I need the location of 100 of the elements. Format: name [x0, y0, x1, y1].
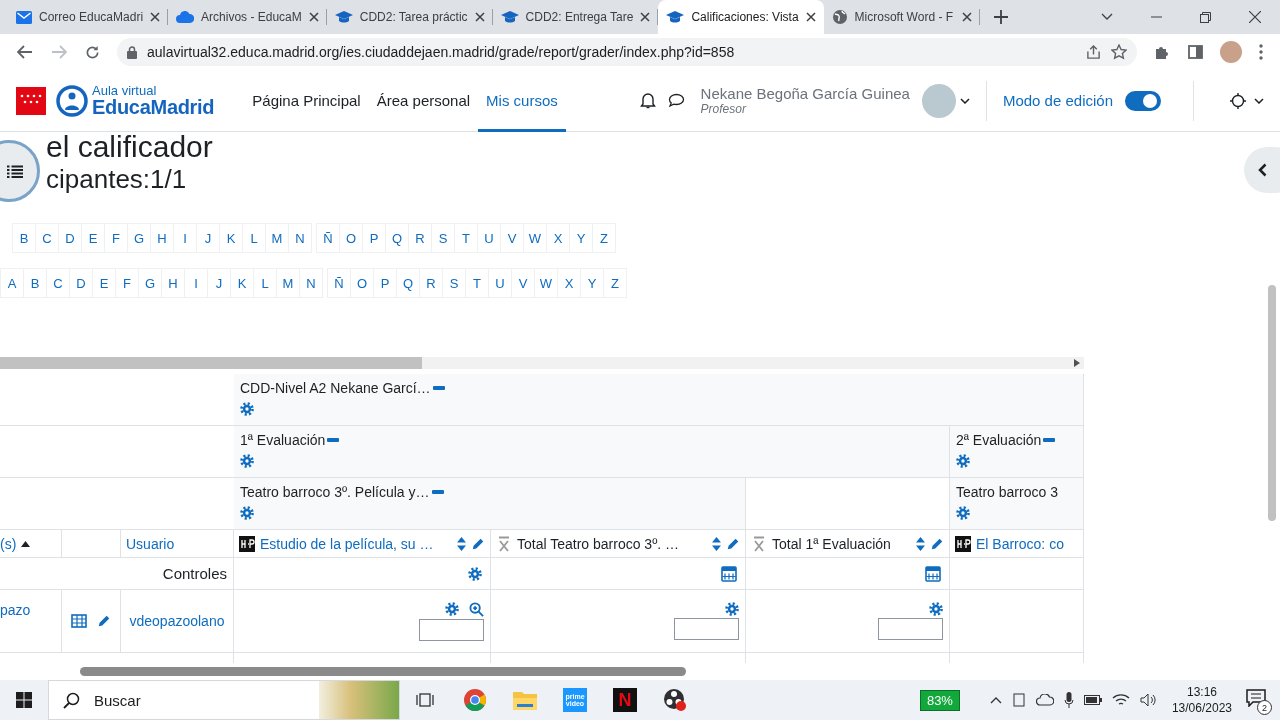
new-tab-icon[interactable]: [993, 10, 1008, 24]
letter-filter-link[interactable]: I: [173, 223, 197, 253]
microphone-icon[interactable]: [1063, 692, 1074, 708]
vertical-scrollbar[interactable]: [1268, 285, 1276, 521]
speaker-icon[interactable]: [1139, 693, 1158, 707]
letter-filter-link[interactable]: S: [431, 223, 455, 253]
sort-link[interactable]: Usuario: [126, 535, 175, 552]
calculator-icon[interactable]: [925, 565, 941, 582]
letter-filter-link[interactable]: G: [138, 268, 162, 298]
sort-link[interactable]: (s): [0, 535, 17, 552]
gear-icon[interactable]: [240, 454, 254, 468]
menu-dots-icon[interactable]: [1259, 44, 1263, 60]
puzzle-icon[interactable]: [1154, 44, 1170, 60]
close-icon[interactable]: [961, 12, 972, 22]
nav-link[interactable]: Mis cursos: [478, 69, 566, 132]
table-icon[interactable]: [71, 614, 87, 628]
folder-icon[interactable]: [513, 690, 537, 710]
sort-up-icon[interactable]: [21, 540, 31, 547]
nav-link[interactable]: Página Principal: [244, 69, 369, 132]
collapse-icon[interactable]: [327, 438, 340, 442]
gear-icon[interactable]: [956, 454, 970, 468]
sort-icon[interactable]: [712, 536, 721, 551]
letter-filter-link[interactable]: W: [523, 223, 547, 253]
chrome-icon[interactable]: [463, 688, 487, 712]
letter-filter-link[interactable]: F: [115, 268, 139, 298]
letter-filter-link[interactable]: K: [230, 268, 254, 298]
horizontal-scrollbar[interactable]: [80, 667, 686, 676]
letter-filter-link[interactable]: U: [488, 268, 512, 298]
scroll-right-icon[interactable]: [1074, 359, 1080, 367]
close-icon[interactable]: [150, 12, 161, 22]
letter-filter-link[interactable]: Y: [569, 223, 593, 253]
letter-filter-link[interactable]: N: [288, 223, 312, 253]
device-icon[interactable]: [1011, 693, 1026, 707]
gear-icon[interactable]: [956, 506, 970, 520]
letter-filter-link[interactable]: R: [408, 223, 432, 253]
letter-filter-link[interactable]: X: [546, 223, 570, 253]
edit-mode-switch[interactable]: [1125, 90, 1161, 111]
student-name-link[interactable]: pazo: [0, 602, 31, 618]
chevron-up-icon[interactable]: [989, 696, 1002, 704]
sort-icon[interactable]: [916, 536, 925, 551]
collapse-icon[interactable]: [1043, 438, 1056, 442]
grade-input[interactable]: [878, 618, 943, 640]
letter-filter-link[interactable]: Ñ: [316, 223, 340, 253]
sort-icon[interactable]: [457, 536, 466, 551]
letter-filter-link[interactable]: H: [150, 223, 174, 253]
grade-input[interactable]: [419, 618, 484, 641]
letter-filter-link[interactable]: E: [81, 223, 105, 253]
close-icon[interactable]: [640, 12, 651, 22]
letter-filter-link[interactable]: F: [104, 223, 128, 253]
letter-filter-link[interactable]: O: [350, 268, 374, 298]
theme-icon[interactable]: [1230, 92, 1246, 109]
grade-item-link[interactable]: El Barroco: co: [976, 535, 1064, 552]
grade-item-link[interactable]: Estudio de la película, su …: [260, 535, 452, 552]
nav-link[interactable]: Área personal: [368, 69, 479, 132]
close-icon[interactable]: [308, 12, 319, 22]
gear-icon[interactable]: [240, 402, 254, 416]
windows-start-icon[interactable]: [16, 692, 32, 708]
gear-icon[interactable]: [725, 602, 739, 616]
browser-tab[interactable]: Archivos - EducaM: [168, 0, 327, 34]
recorder-icon[interactable]: [663, 688, 687, 712]
browser-tab[interactable]: CDD2: Entrega Tare: [492, 0, 659, 34]
close-icon[interactable]: [1249, 11, 1261, 23]
letter-filter-link[interactable]: Z: [592, 223, 616, 253]
letter-filter-link[interactable]: P: [362, 223, 386, 253]
share-icon[interactable]: [1086, 44, 1101, 60]
letter-filter-link[interactable]: S: [442, 268, 466, 298]
battery-indicator[interactable]: 83%: [919, 689, 960, 711]
back-icon[interactable]: [17, 45, 33, 59]
letter-filter-link[interactable]: Q: [396, 268, 420, 298]
letter-filter-link[interactable]: D: [58, 223, 82, 253]
letter-filter-link[interactable]: Q: [385, 223, 409, 253]
netflix-icon[interactable]: N: [613, 688, 637, 712]
grade-input[interactable]: [674, 618, 739, 640]
letter-filter-link[interactable]: C: [35, 223, 59, 253]
collapse-icon[interactable]: [432, 386, 445, 390]
letter-filter-link[interactable]: V: [511, 268, 535, 298]
letter-filter-link[interactable]: L: [253, 268, 277, 298]
caret-icon[interactable]: [959, 97, 970, 104]
star-icon[interactable]: [1111, 44, 1127, 60]
chat-icon[interactable]: [667, 93, 685, 108]
username-link[interactable]: vdeopazoolano: [129, 613, 225, 629]
pencil-icon[interactable]: [471, 536, 485, 551]
horizontal-scrollbar[interactable]: [0, 357, 1084, 369]
browser-tab[interactable]: Correo EducaMadri: [8, 0, 169, 34]
letter-filter-link[interactable]: V: [500, 223, 524, 253]
collapse-icon[interactable]: [431, 490, 444, 494]
address-bar[interactable]: aulavirtual32.educa.madrid.org/ies.ciudaddejaen.madrid/grade/report/grader/index.php?id=858: [117, 38, 1137, 66]
letter-filter-link[interactable]: B: [23, 268, 47, 298]
restore-icon[interactable]: [1200, 11, 1211, 23]
reload-icon[interactable]: [85, 44, 100, 60]
letter-filter-link[interactable]: O: [339, 223, 363, 253]
letter-filter-link[interactable]: R: [419, 268, 443, 298]
close-icon[interactable]: [805, 12, 816, 22]
letter-filter-link[interactable]: Z: [603, 268, 627, 298]
wifi-icon[interactable]: [1111, 693, 1130, 707]
browser-tab[interactable]: Microsoft Word - F: [823, 0, 980, 34]
letter-filter-link[interactable]: A: [0, 268, 24, 298]
task-view-icon[interactable]: [416, 692, 434, 708]
letter-filter-link[interactable]: L: [242, 223, 266, 253]
calculator-icon[interactable]: [721, 565, 737, 582]
